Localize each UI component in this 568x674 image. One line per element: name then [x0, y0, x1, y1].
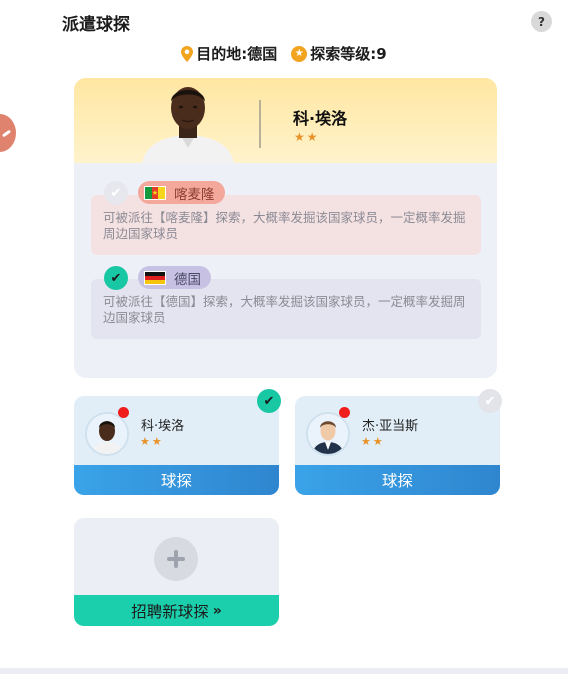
star-badge-icon: ★ [291, 45, 308, 62]
region-name: 德国 [174, 271, 201, 288]
scout-2-unselected-check-icon[interactable]: ✔ [478, 389, 502, 413]
destination-info: 目的地:德国 ★ 探索等级:9 [0, 43, 568, 64]
scout-button[interactable]: 球探 [74, 465, 279, 495]
location-pin-icon [181, 45, 194, 62]
avatar [85, 412, 129, 456]
region-description: 可被派往【喀麦隆】探索，大概率发掘该国家球员，一定概率发掘周边国家球员 [103, 210, 466, 241]
region-checkbox-cameroon[interactable]: ✔ [104, 181, 128, 205]
chevron-right-icon: » [212, 602, 222, 619]
back-edge-icon[interactable] [0, 114, 16, 152]
selected-scout-header: 科·埃洛 ★★ [74, 78, 497, 163]
scout-button[interactable]: 球探 [295, 465, 500, 495]
scout-card-2[interactable]: 杰·亚当斯 ★★ 球探 [295, 396, 500, 495]
scout-stars: ★★ [361, 435, 385, 448]
scout-stars: ★★ [140, 435, 164, 448]
help-button[interactable]: ? [531, 11, 552, 32]
header-divider [259, 100, 261, 148]
selected-scout-name: 科·埃洛 [293, 109, 348, 128]
plus-icon[interactable] [154, 537, 198, 581]
region-tag-cameroon[interactable]: ★ 喀麦隆 [138, 181, 225, 204]
scout-card-1[interactable]: 科·埃洛 ★★ 球探 [74, 396, 279, 495]
region-tag-germany[interactable]: 德国 [138, 266, 211, 289]
region-name: 喀麦隆 [174, 186, 215, 203]
avatar [306, 412, 350, 456]
germany-flag-icon [144, 270, 166, 285]
region-checkbox-germany[interactable]: ✔ [104, 266, 128, 290]
scout-portrait [142, 87, 234, 163]
selected-scout-stars: ★★ [294, 130, 320, 144]
bottom-strip [0, 668, 568, 674]
notification-dot [339, 407, 350, 418]
cameroon-flag-icon: ★ [144, 185, 166, 200]
region-option-cameroon[interactable]: 可被派往【喀麦隆】探索，大概率发掘该国家球员，一定概率发掘周边国家球员 [91, 195, 481, 255]
recruit-button[interactable]: 招聘新球探 » [74, 595, 279, 626]
destination-label: 目的地:德国 [196, 45, 278, 63]
scout-name: 科·埃洛 [141, 419, 185, 434]
region-description: 可被派往【德国】探索，大概率发掘该国家球员，一定概率发掘周边国家球员 [103, 294, 466, 325]
selected-scout-panel: 科·埃洛 ★★ 可被派往【喀麦隆】探索，大概率发掘该国家球员，一定概率发掘周边国… [74, 78, 497, 378]
scout-1-selected-check-icon[interactable]: ✔ [257, 389, 281, 413]
recruit-card[interactable]: 招聘新球探 » [74, 518, 279, 626]
notification-dot [118, 407, 129, 418]
recruit-label: 招聘新球探 [131, 602, 209, 621]
level-label: 探索等级:9 [310, 45, 387, 63]
scout-name: 杰·亚当斯 [362, 419, 419, 434]
page-title: 派遣球探 [62, 15, 130, 35]
